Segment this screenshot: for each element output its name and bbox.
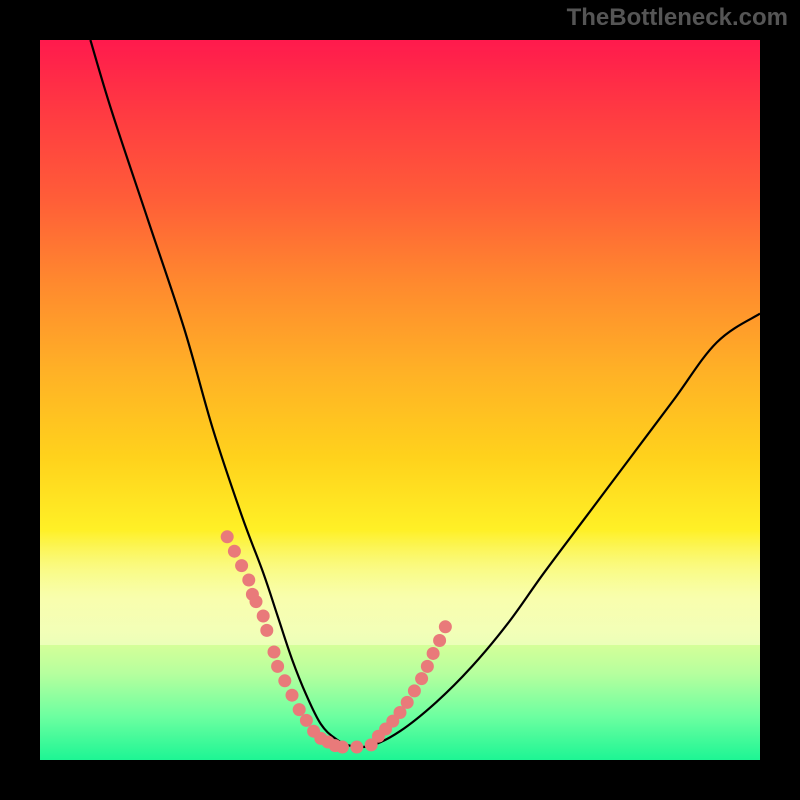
data-point (235, 559, 248, 572)
curve-svg (40, 40, 760, 760)
data-point (401, 696, 414, 709)
data-points-group (221, 530, 452, 753)
data-point (268, 646, 281, 659)
bottleneck-curve (90, 40, 760, 747)
data-point (250, 595, 263, 608)
watermark-text: TheBottleneck.com (567, 4, 788, 32)
data-point (415, 672, 428, 685)
data-point (221, 530, 234, 543)
data-point (427, 647, 440, 660)
data-point (286, 689, 299, 702)
data-point (242, 574, 255, 587)
data-point (433, 634, 446, 647)
data-point (278, 674, 291, 687)
data-point (228, 545, 241, 558)
data-point (260, 624, 273, 637)
data-point (350, 741, 363, 754)
data-point (439, 620, 452, 633)
data-point (257, 610, 270, 623)
plot-area (40, 40, 760, 760)
data-point (421, 660, 434, 673)
chart-frame: TheBottleneck.com (0, 0, 800, 800)
data-point (336, 741, 349, 754)
data-point (300, 714, 313, 727)
data-point (293, 703, 306, 716)
data-point (271, 660, 284, 673)
data-point (408, 684, 421, 697)
